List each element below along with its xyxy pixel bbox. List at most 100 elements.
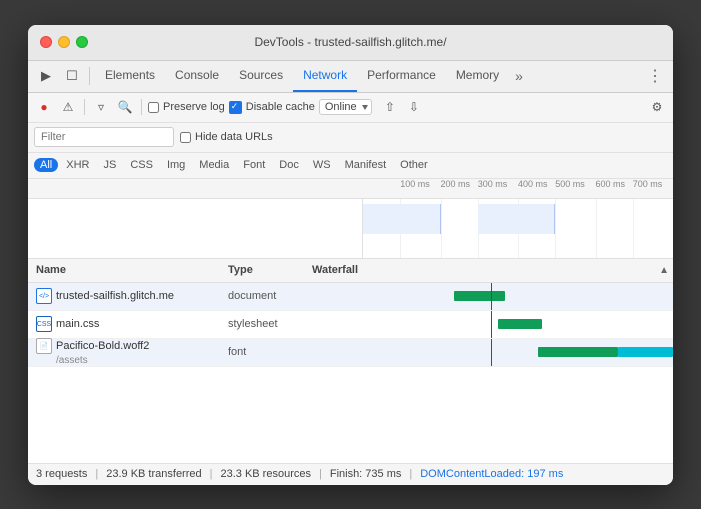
table-row[interactable]: CSS main.css stylesheet	[28, 311, 673, 339]
req-name-text-3: Pacifico-Bold.woff2	[56, 340, 149, 352]
gridline-2	[441, 199, 442, 258]
req-name-text-1: trusted-sailfish.glitch.me	[56, 290, 174, 302]
sep1	[84, 99, 85, 115]
filter-bar: Hide data URLs	[28, 123, 673, 153]
dom-content-loaded: DOMContentLoaded: 197 ms	[420, 468, 563, 480]
requests-area: </> trusted-sailfish.glitch.me document …	[28, 283, 673, 463]
type-btn-js[interactable]: JS	[97, 158, 122, 172]
table-row[interactable]: </> trusted-sailfish.glitch.me document	[28, 283, 673, 311]
hide-data-urls-label[interactable]: Hide data URLs	[180, 131, 273, 143]
type-btn-other[interactable]: Other	[394, 158, 434, 172]
table-row[interactable]: 📄 Pacifico-Bold.woff2 /assets font	[28, 339, 673, 367]
req-name-text-2: main.css	[56, 318, 99, 330]
preserve-log-text: Preserve log	[163, 101, 225, 113]
waterfall-bar-3b	[618, 347, 673, 357]
inspect-icon[interactable]: ☐	[60, 64, 84, 88]
search-icon[interactable]: 🔍	[115, 97, 135, 117]
resources-size: 23.3 KB resources	[220, 468, 311, 480]
req-waterfall-2	[308, 311, 673, 338]
type-btn-all[interactable]: All	[34, 158, 58, 172]
type-btn-manifest[interactable]: Manifest	[339, 158, 393, 172]
disable-cache-label[interactable]: Disable cache	[229, 101, 315, 114]
red-line-3	[491, 339, 492, 366]
gridline-6	[596, 199, 597, 258]
toolbar-separator	[89, 67, 90, 85]
maximize-button[interactable]	[76, 36, 88, 48]
tick-600ms: 600 ms	[596, 179, 626, 189]
red-line-1	[491, 283, 492, 310]
tick-700ms: 700 ms	[633, 179, 663, 189]
record-button[interactable]: ●	[34, 97, 54, 117]
type-btn-doc[interactable]: Doc	[273, 158, 305, 172]
req-waterfall-3	[308, 339, 673, 366]
disable-cache-text: Disable cache	[246, 101, 315, 113]
tabs-more-button[interactable]: »	[509, 68, 529, 84]
type-btn-font[interactable]: Font	[237, 158, 271, 172]
css-icon: CSS	[36, 316, 52, 332]
upload-icon[interactable]: ⇧	[380, 97, 400, 117]
tick-200ms: 200 ms	[441, 179, 471, 189]
req-name-1: </> trusted-sailfish.glitch.me	[28, 288, 228, 304]
type-btn-css[interactable]: CSS	[124, 158, 159, 172]
settings-icon[interactable]: ⚙	[647, 97, 667, 117]
throttle-select[interactable]: Online	[319, 99, 372, 115]
tabs-container: Elements Console Sources Network Perform…	[95, 61, 641, 92]
finish-time: Finish: 735 ms	[330, 468, 402, 480]
hide-data-urls-text: Hide data URLs	[195, 131, 273, 143]
sep-status-4: |	[409, 468, 412, 480]
waterfall-bar-1	[454, 291, 505, 301]
tab-memory[interactable]: Memory	[446, 61, 509, 92]
type-btn-media[interactable]: Media	[193, 158, 235, 172]
transferred-size: 23.9 KB transferred	[106, 468, 201, 480]
clear-button[interactable]: ⚠	[58, 97, 78, 117]
devtools-window: DevTools - trusted-sailfish.glitch.me/ ▶…	[28, 25, 673, 485]
disable-cache-checkbox[interactable]	[229, 101, 242, 114]
type-btn-img[interactable]: Img	[161, 158, 191, 172]
preserve-log-label[interactable]: Preserve log	[148, 101, 225, 113]
col-waterfall-label: Waterfall	[312, 264, 358, 276]
sep-status-1: |	[95, 468, 98, 480]
tab-sources[interactable]: Sources	[229, 61, 293, 92]
sep-status-3: |	[319, 468, 322, 480]
timeline-header: 100 ms 200 ms 300 ms 400 ms 500 ms 600 m…	[28, 179, 673, 199]
close-button[interactable]	[40, 36, 52, 48]
filter-input[interactable]	[34, 127, 174, 147]
sort-arrow-icon: ▲	[659, 265, 669, 276]
filter-icon[interactable]: ▿	[91, 97, 111, 117]
type-btn-xhr[interactable]: XHR	[60, 158, 95, 172]
timeline-chart-area	[363, 199, 673, 258]
type-btn-ws[interactable]: WS	[307, 158, 337, 172]
tick-400ms: 400 ms	[518, 179, 548, 189]
sep2	[141, 99, 142, 115]
tick-100ms: 100 ms	[400, 179, 430, 189]
col-header-name[interactable]: Name	[28, 264, 228, 276]
column-headers: Name Type Waterfall ▲	[28, 259, 673, 283]
requests-count: 3 requests	[36, 468, 87, 480]
tick-300ms: 300 ms	[478, 179, 508, 189]
timeline-left-block	[28, 199, 363, 258]
hide-data-urls-checkbox[interactable]	[180, 132, 191, 143]
col-header-type[interactable]: Type	[228, 264, 308, 276]
network-toolbar: ● ⚠ ▿ 🔍 Preserve log Disable cache Onlin…	[28, 93, 673, 123]
tab-network[interactable]: Network	[293, 61, 357, 92]
cursor-icon[interactable]: ▶	[34, 64, 58, 88]
preserve-log-checkbox[interactable]	[148, 102, 159, 113]
req-name-3: 📄 Pacifico-Bold.woff2 /assets	[28, 338, 228, 366]
traffic-lights	[40, 36, 88, 48]
tab-performance[interactable]: Performance	[357, 61, 446, 92]
req-type-2: stylesheet	[228, 318, 308, 330]
download-icon[interactable]: ⇩	[404, 97, 424, 117]
gridline-7	[633, 199, 634, 258]
req-type-3: font	[228, 346, 308, 358]
minimize-button[interactable]	[58, 36, 70, 48]
tab-elements[interactable]: Elements	[95, 61, 165, 92]
col-header-waterfall[interactable]: Waterfall ▲	[308, 264, 673, 276]
req-subname-3: /assets	[36, 355, 88, 366]
req-type-1: document	[228, 290, 308, 302]
timeline-area	[28, 199, 673, 259]
file-icon: 📄	[36, 338, 52, 354]
gridline-5	[555, 199, 556, 258]
req-waterfall-1	[308, 283, 673, 310]
menu-button[interactable]: ⋮	[643, 66, 667, 86]
tab-console[interactable]: Console	[165, 61, 229, 92]
